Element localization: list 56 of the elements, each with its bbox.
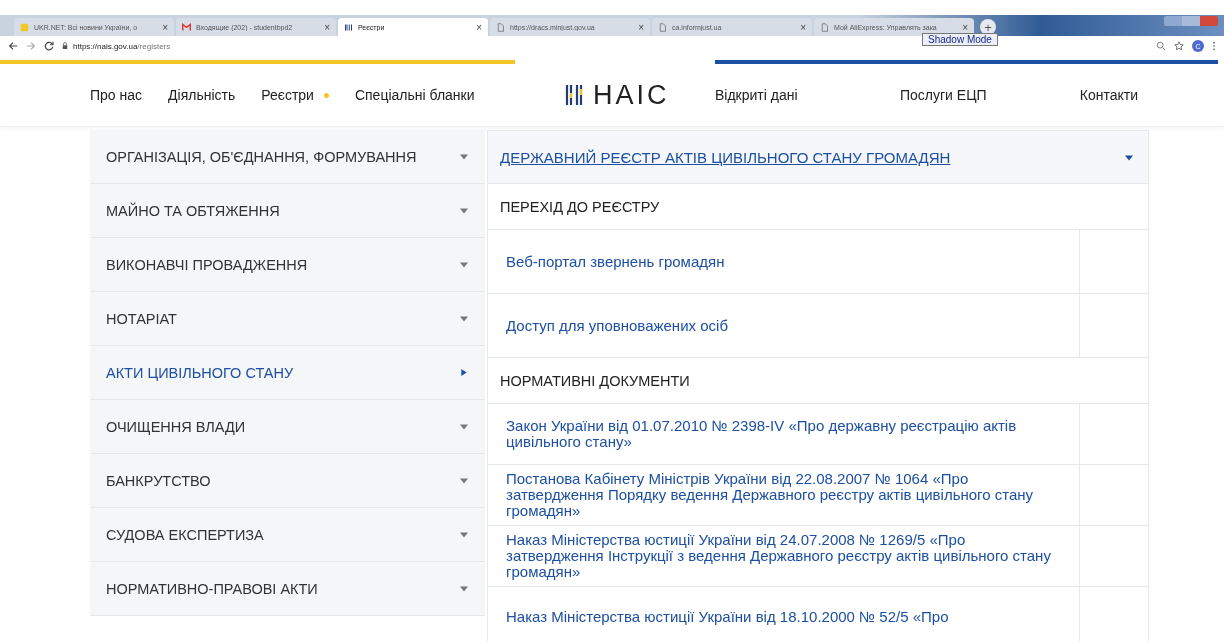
page-icon [820, 22, 829, 32]
page-icon [658, 22, 667, 32]
caret-down-icon [459, 314, 469, 323]
document-link[interactable]: Доступ для уповноважених осіб [506, 317, 728, 334]
sidebar-item[interactable]: НОРМАТИВНО-ПРАВОВІ АКТИ [90, 562, 485, 616]
caret-down-icon [459, 152, 469, 161]
caret-down-icon [459, 260, 469, 269]
nav-link[interactable]: Відкриті дані [715, 87, 900, 103]
nav-link[interactable]: Спеціальні бланки [354, 87, 475, 103]
menu-icon[interactable] [1212, 41, 1216, 51]
sidebar-item[interactable]: ОЧИЩЕННЯ ВЛАДИ [90, 400, 485, 454]
sidebar-item[interactable]: НОТАРІАТ [90, 292, 485, 346]
register-heading[interactable]: ДЕРЖАВНИЙ РЕЄСТР АКТІВ ЦИВІЛЬНОГО СТАНУ ГРОМАДЯН [487, 130, 1149, 184]
close-button[interactable]: × [476, 21, 482, 33]
logo-icon [565, 83, 585, 107]
nav-link[interactable]: Діяльність [168, 87, 236, 103]
sidebar-item[interactable]: АКТИ ЦИВІЛЬНОГО СТАНУ [90, 346, 485, 400]
caret-down-icon [459, 206, 469, 215]
reload-icon[interactable] [44, 41, 54, 51]
close-button[interactable]: × [800, 21, 806, 33]
site-logo-icon [344, 22, 353, 32]
close-button[interactable]: × [324, 21, 330, 33]
nav-link[interactable]: Реєстри [261, 87, 329, 103]
sidebar-item[interactable]: ВИКОНАВЧІ ПРОВАДЖЕННЯ [90, 238, 485, 292]
sidebar-item[interactable]: ОРГАНІЗАЦІЯ, ОБ'ЄДНАННЯ, ФОРМУВАННЯ [90, 130, 485, 184]
forward-icon[interactable] [26, 41, 36, 51]
document-link[interactable]: Веб-портал звернень громадян [506, 253, 725, 270]
caret-down-icon [459, 422, 469, 431]
sidebar-item[interactable]: МАЙНО ТА ОБТЯЖЕННЯ [90, 184, 485, 238]
window-controls[interactable] [1164, 16, 1218, 26]
close-button[interactable]: × [162, 21, 168, 33]
url-text: https://nais.gov.ua/registers [73, 41, 171, 51]
close-button[interactable]: × [962, 21, 968, 33]
sidebar-item[interactable]: БАНКРУТСТВО [90, 454, 485, 508]
address-field[interactable]: https://nais.gov.ua/registers [62, 37, 482, 55]
section-heading: ПЕРЕХІД ДО РЕЄСТРУ [487, 184, 1149, 230]
caret-right-icon [459, 368, 469, 377]
nav-link[interactable]: Контакти [1079, 87, 1138, 103]
logo-text: НАІС [593, 79, 670, 111]
tooltip: Shadow Mode [922, 33, 998, 46]
document-link[interactable]: Наказ Міністерства юстиції України від 18.10.2000 № 52/5 «Про [506, 609, 949, 625]
zoom-icon[interactable] [1156, 41, 1166, 51]
back-icon[interactable] [8, 41, 18, 51]
star-icon[interactable] [1174, 41, 1184, 51]
page-icon [496, 22, 505, 32]
mail-icon [182, 22, 191, 32]
nav-link[interactable]: Послуги ЕЦП [900, 87, 1080, 103]
news-site-icon [20, 22, 29, 32]
caret-down-icon [459, 584, 469, 593]
nav-link[interactable]: Про нас [90, 87, 143, 103]
section-heading: НОРМАТИВНІ ДОКУМЕНТИ [487, 358, 1149, 404]
sidebar-item[interactable]: СУДОВА ЕКСПЕРТИЗА [90, 508, 485, 562]
caret-down-icon [459, 530, 469, 539]
close-button[interactable]: × [638, 21, 644, 33]
lock-icon [62, 42, 68, 50]
caret-down-icon [459, 476, 469, 485]
